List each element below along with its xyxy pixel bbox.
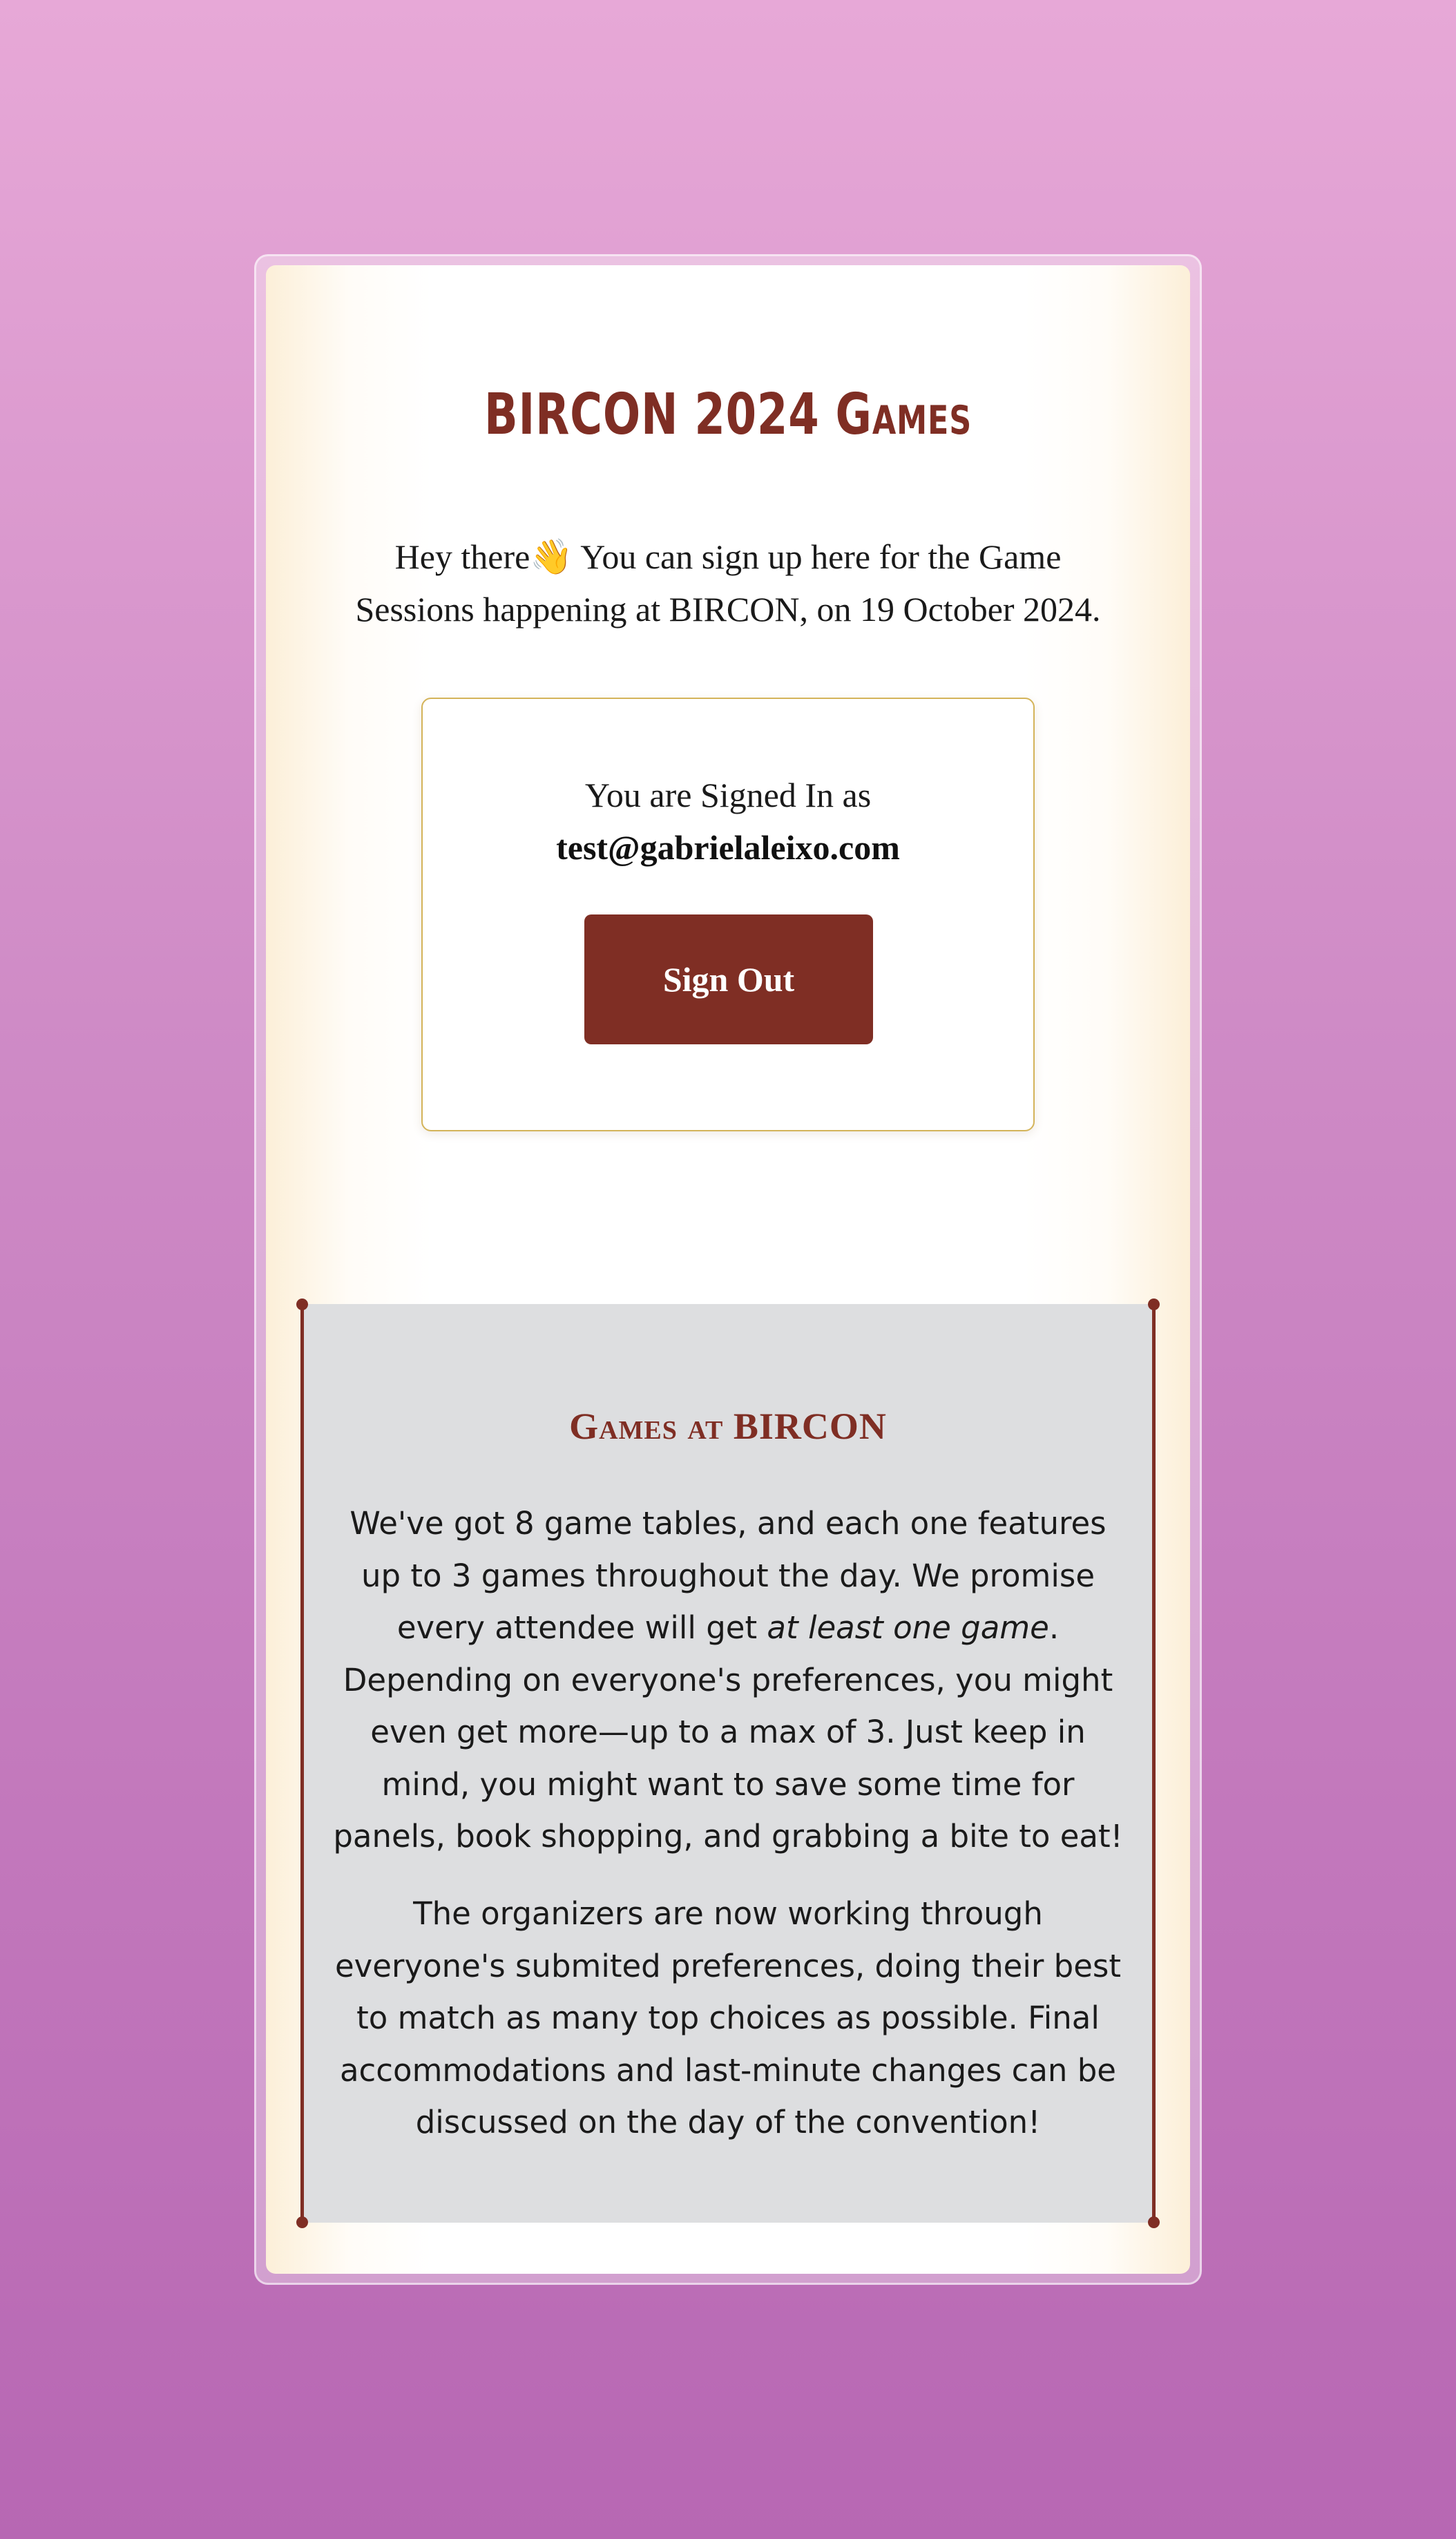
intro-greeting: Hey there	[394, 537, 530, 576]
sign-out-button[interactable]: Sign Out	[584, 914, 873, 1044]
games-p1-after: . Depending on everyone's preferences, y…	[333, 1609, 1123, 1855]
games-p1-emphasis: at least one game	[767, 1609, 1049, 1646]
intro-line1: You can sign up here for the Game	[573, 537, 1062, 576]
games-paragraph-2: The organizers are now working through e…	[334, 1895, 1122, 2140]
page-title-main: BIRCON 2024	[483, 382, 820, 448]
rail-dot-bottom-left	[296, 2216, 308, 2228]
games-section-title: Games at BIRCON	[569, 1406, 887, 1447]
signin-email: test@gabrielaleixo.com	[556, 828, 900, 867]
signin-status: You are Signed In as	[584, 776, 872, 814]
page-title-games: Games	[835, 382, 972, 448]
games-paragraph-1: We've got 8 game tables, and each one fe…	[332, 1497, 1124, 1863]
wave-icon: 👋	[530, 537, 573, 576]
intro-text: Hey there👋 You can sign up here for the …	[297, 530, 1159, 635]
rail-dot-top-left	[296, 1299, 308, 1310]
signin-box: You are Signed In as test@gabrielaleixo.…	[421, 698, 1035, 1131]
rail-dot-bottom-right	[1148, 2216, 1160, 2228]
page-title: BIRCON 2024 Games	[160, 387, 1296, 443]
intro-line2: Sessions happening at BIRCON, on 19 Octo…	[355, 590, 1101, 629]
rail-dot-top-right	[1148, 1299, 1160, 1310]
